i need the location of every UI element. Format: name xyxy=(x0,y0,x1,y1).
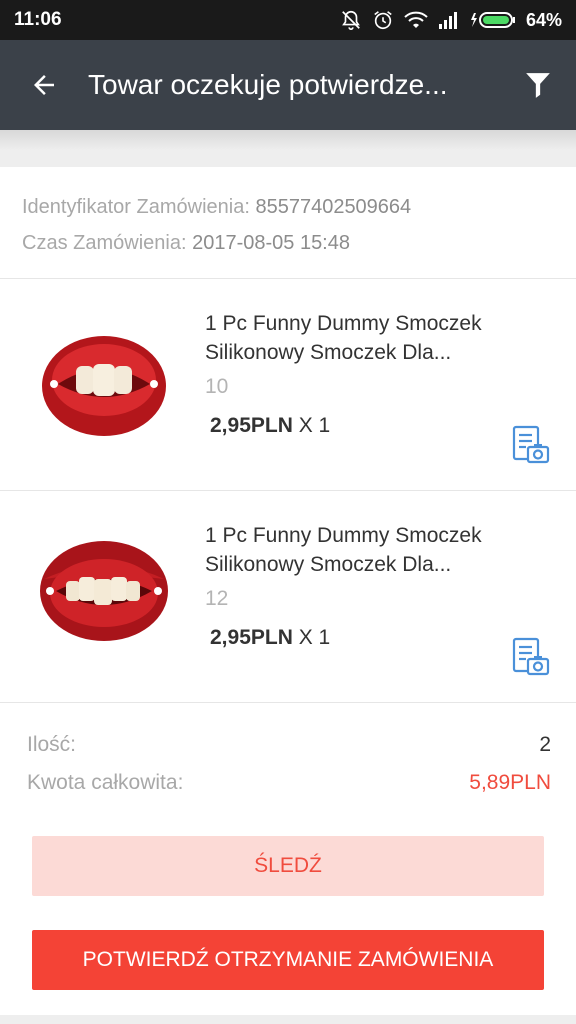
product-variant: 10 xyxy=(205,375,229,398)
order-id-label: Identyfikator Zamówienia: xyxy=(22,196,250,218)
battery-icon xyxy=(470,10,516,30)
filter-button[interactable] xyxy=(500,40,576,130)
quantity-summary-row: Ilość: 2 xyxy=(27,733,551,757)
arrow-left-icon xyxy=(34,75,54,95)
total-summary-row: Kwota całkowita: 5,89PLN xyxy=(27,771,551,795)
product-thumbnail[interactable] xyxy=(36,324,172,444)
total-amount: 5,89PLN xyxy=(469,771,551,794)
order-card: Identyfikator Zamówienia: 85577402509664… xyxy=(0,167,576,1015)
track-button[interactable]: ŚLEDŹ xyxy=(32,836,544,896)
product-name[interactable]: 1 Pc Funny Dummy Smoczek Silikonowy Smoc… xyxy=(205,309,525,367)
quantity-label: Ilość: xyxy=(27,733,77,756)
price-value: 2,95PLN xyxy=(210,626,293,649)
product-variant: 12 xyxy=(205,587,229,610)
page-title: Towar oczekuje potwierdze... xyxy=(88,69,448,100)
app-bar: Towar oczekuje potwierdze... xyxy=(0,40,576,130)
product-name-line2: Silikonowy Smoczek Dla... xyxy=(205,553,452,576)
confirm-receipt-button[interactable]: POTWIERDŹ OTRZYMANIE ZAMÓWIENIA xyxy=(32,930,544,990)
total-label: Kwota całkowita: xyxy=(27,771,184,794)
quantity-total: 2 xyxy=(539,733,551,756)
order-time-row: Czas Zamówienia: 2017-08-05 15:48 xyxy=(22,225,411,261)
photo-review-icon[interactable] xyxy=(512,425,550,465)
product-name-line1: 1 Pc Funny Dummy Smoczek xyxy=(205,524,482,547)
bell-off-icon xyxy=(340,9,362,31)
product-name-line2: Silikonowy Smoczek Dla... xyxy=(205,341,452,364)
alarm-icon xyxy=(372,9,394,31)
wifi-icon xyxy=(404,10,428,30)
quantity-value: X 1 xyxy=(298,414,331,437)
photo-review-icon[interactable] xyxy=(512,637,550,677)
quantity-value: X 1 xyxy=(298,626,331,649)
signal-icon xyxy=(438,10,460,30)
order-time-value: 2017-08-05 15:48 xyxy=(192,232,350,254)
list-item[interactable]: 1 Pc Funny Dummy Smoczek Silikonowy Smoc… xyxy=(0,491,576,701)
product-price: 2,95PLN X 1 xyxy=(210,414,330,438)
battery-percent: 64% xyxy=(525,9,562,30)
price-value: 2,95PLN xyxy=(210,414,293,437)
list-item[interactable]: 1 Pc Funny Dummy Smoczek Silikonowy Smoc… xyxy=(0,279,576,489)
filter-icon xyxy=(526,73,550,98)
product-thumbnail[interactable] xyxy=(36,531,172,651)
status-bar: 11:06 64% xyxy=(0,0,576,40)
product-price: 2,95PLN X 1 xyxy=(210,626,330,650)
order-info: Identyfikator Zamówienia: 85577402509664… xyxy=(22,189,411,261)
divider xyxy=(0,702,576,703)
product-name-line1: 1 Pc Funny Dummy Smoczek xyxy=(205,312,482,335)
status-time: 11:06 xyxy=(14,9,62,30)
order-id-value: 85577402509664 xyxy=(255,196,412,218)
back-button[interactable] xyxy=(0,40,88,130)
order-id-row: Identyfikator Zamówienia: 85577402509664 xyxy=(22,189,411,225)
order-time-label: Czas Zamówienia: xyxy=(22,232,187,254)
product-name[interactable]: 1 Pc Funny Dummy Smoczek Silikonowy Smoc… xyxy=(205,521,525,579)
header-shadow xyxy=(0,130,576,150)
